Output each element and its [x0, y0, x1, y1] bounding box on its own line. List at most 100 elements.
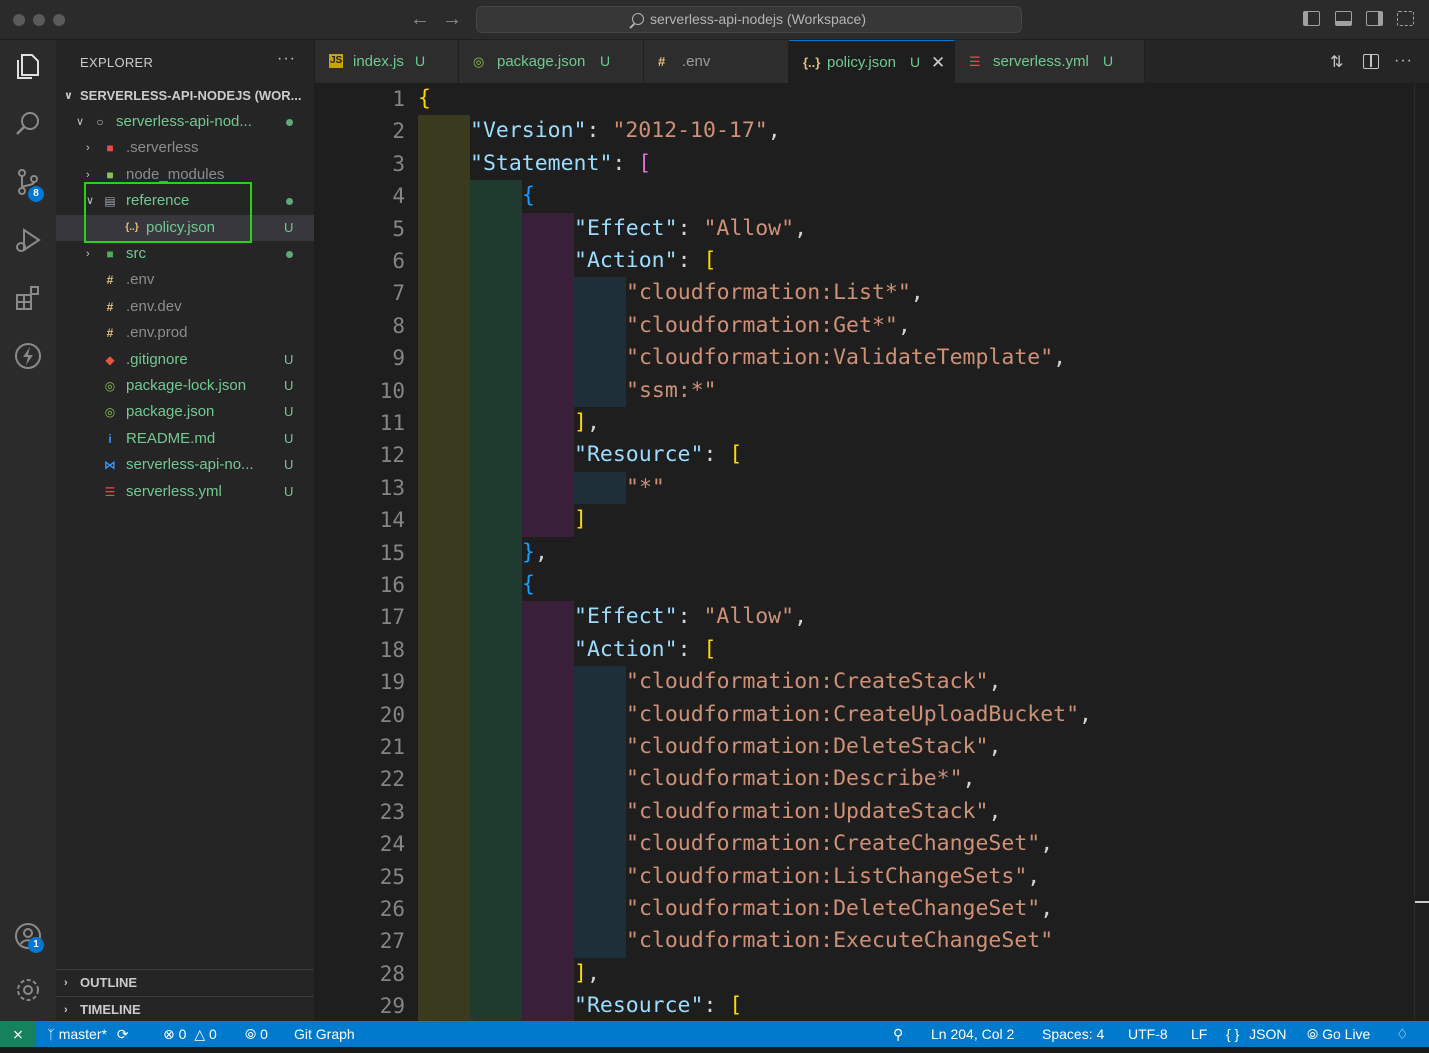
vscode-icon: ⋈: [104, 458, 116, 473]
tree-item[interactable]: ∨ ▤ reference: [56, 188, 314, 214]
sync-icon[interactable]: ⟳: [117, 1026, 129, 1042]
workspace-header[interactable]: ∨ SERVERLESS-API-NODEJS (WOR...: [56, 83, 314, 109]
tab-policy-json[interactable]: {..} policy.json U ✕: [789, 40, 955, 83]
indent-guide: [470, 212, 522, 245]
tree-item[interactable]: # .env.prod: [56, 320, 314, 346]
tree-item[interactable]: # .env: [56, 267, 314, 293]
code-line[interactable]: "cloudformation:ExecuteChangeSet": [626, 925, 1053, 957]
language-mode[interactable]: { } JSON: [1226, 1021, 1286, 1047]
outline-section[interactable]: › OUTLINE: [56, 969, 314, 995]
tree-item[interactable]: ⋈ serverless-api-no... U: [56, 452, 314, 478]
go-live-button[interactable]: ⦾ Go Live: [1307, 1021, 1370, 1047]
eol-setting[interactable]: LF: [1191, 1021, 1207, 1047]
code-line[interactable]: "Effect": "Allow",: [574, 601, 807, 633]
code-line[interactable]: "ssm:*": [626, 375, 717, 407]
code-line[interactable]: "cloudformation:DeleteStack",: [626, 731, 1001, 763]
lightning-icon[interactable]: [10, 338, 46, 374]
tree-item[interactable]: › ■ src: [56, 241, 314, 267]
code-line[interactable]: "Version": "2012-10-17",: [470, 115, 781, 147]
tree-item[interactable]: {..} policy.json U: [56, 214, 314, 241]
command-center[interactable]: serverless-api-nodejs (Workspace): [476, 6, 1022, 33]
code-line[interactable]: "Action": [: [574, 245, 716, 277]
code-line[interactable]: "cloudformation:ValidateTemplate",: [626, 342, 1066, 374]
forward-arrow-icon[interactable]: →: [442, 8, 462, 30]
tree-item[interactable]: ∨ ○ serverless-api-nod...: [56, 109, 314, 135]
code-editor[interactable]: 1 2 3 4 5 6 7 8 9 10 11 12 13 14 15 16 17 18 19 20 21 22 23 24 2…: [315, 83, 1429, 1021]
code-line[interactable]: "cloudformation:DeleteChangeSet",: [626, 893, 1053, 925]
code-line[interactable]: "cloudformation:Get*",: [626, 310, 911, 342]
bell-icon[interactable]: ♢: [1396, 1021, 1409, 1047]
indentation-setting[interactable]: Spaces: 4: [1042, 1021, 1104, 1047]
tree-item[interactable]: ◆ .gitignore U: [56, 347, 314, 373]
tab-env[interactable]: # .env: [644, 40, 789, 83]
split-editor-icon[interactable]: [1363, 54, 1379, 69]
code-line[interactable]: {: [522, 569, 535, 601]
gear-icon[interactable]: [10, 972, 46, 1008]
toggle-primary-sidebar-icon[interactable]: [1303, 11, 1320, 26]
code-line[interactable]: ],: [574, 407, 600, 439]
code-line[interactable]: "*": [626, 472, 665, 504]
encoding-setting[interactable]: UTF-8: [1128, 1021, 1168, 1047]
explorer-icon[interactable]: [10, 48, 46, 84]
json-icon: {..}: [803, 55, 821, 70]
maximize-window-button[interactable]: [53, 14, 65, 26]
code-line[interactable]: "cloudformation:CreateUploadBucket",: [626, 699, 1092, 731]
close-window-button[interactable]: [13, 14, 25, 26]
code-line[interactable]: "Resource": [: [574, 439, 742, 471]
close-icon[interactable]: ✕: [931, 41, 945, 84]
code-line[interactable]: "Resource": [: [574, 990, 742, 1021]
code-line[interactable]: "Effect": "Allow",: [574, 213, 807, 245]
tree-item[interactable]: ☰ serverless.yml U: [56, 479, 314, 505]
code-line[interactable]: "cloudformation:ListChangeSets",: [626, 861, 1040, 893]
accounts-icon[interactable]: 1: [10, 918, 46, 954]
run-debug-icon[interactable]: [10, 222, 46, 258]
tab-serverless-yml[interactable]: ☰ serverless.yml U: [955, 40, 1145, 83]
toggle-panel-icon[interactable]: [1335, 11, 1352, 26]
cursor-position[interactable]: Ln 204, Col 2: [931, 1021, 1014, 1047]
code-line[interactable]: "cloudformation:UpdateStack",: [626, 796, 1001, 828]
code-line[interactable]: {: [418, 83, 431, 115]
indent-guide: [470, 504, 522, 537]
customize-layout-icon[interactable]: [1397, 11, 1414, 26]
timeline-section[interactable]: › TIMELINE: [56, 996, 314, 1022]
tree-item[interactable]: # .env.dev: [56, 294, 314, 320]
code-line[interactable]: "cloudformation:CreateChangeSet",: [626, 828, 1053, 860]
zoom-icon[interactable]: ⚲: [893, 1021, 903, 1047]
line-number: 13: [379, 475, 405, 500]
tree-item[interactable]: ◎ package.json U: [56, 399, 314, 425]
tree-item[interactable]: ◎ package-lock.json U: [56, 373, 314, 399]
tab-index-js[interactable]: JS index.js U: [315, 40, 459, 83]
code-line[interactable]: "cloudformation:List*",: [626, 277, 924, 309]
back-arrow-icon[interactable]: ←: [410, 8, 430, 30]
tree-item[interactable]: › ■ node_modules: [56, 162, 314, 188]
branch-indicator[interactable]: ᛉ master* ⟳: [47, 1021, 129, 1048]
code-line[interactable]: ],: [574, 958, 600, 990]
minimize-window-button[interactable]: [33, 14, 45, 26]
git-graph-button[interactable]: Git Graph: [294, 1021, 355, 1047]
tree-item[interactable]: i README.md U: [56, 426, 314, 452]
tab-package-json[interactable]: ◎ package.json U: [459, 40, 644, 83]
code-line[interactable]: "cloudformation:CreateStack",: [626, 666, 1001, 698]
code-line[interactable]: "Statement": [: [470, 148, 651, 180]
code-line[interactable]: ]: [574, 504, 587, 536]
tree-item[interactable]: › ■ .serverless: [56, 135, 314, 161]
code-line[interactable]: "cloudformation:Describe*",: [626, 763, 976, 795]
search-icon[interactable]: [10, 106, 46, 142]
code-token: ,: [534, 539, 548, 565]
source-control-badge: 8: [28, 186, 44, 202]
code-line[interactable]: {: [522, 180, 535, 212]
extensions-icon[interactable]: [10, 280, 46, 316]
more-actions-icon[interactable]: ···: [1394, 52, 1413, 70]
more-actions-icon[interactable]: ···: [277, 50, 296, 68]
ports-indicator[interactable]: ⦾ 0: [245, 1021, 268, 1047]
code-line[interactable]: "Action": [: [574, 634, 716, 666]
line-number: 12: [379, 443, 405, 468]
source-control-icon[interactable]: 8: [10, 164, 46, 202]
compare-changes-icon[interactable]: ⇅: [1330, 52, 1343, 72]
problems-indicator[interactable]: ⊗ 0 △ 0: [163, 1021, 217, 1047]
toggle-secondary-sidebar-icon[interactable]: [1366, 11, 1383, 26]
scrollbar-thumb[interactable]: [1415, 901, 1429, 903]
remote-indicator-icon[interactable]: ⨯: [0, 1021, 36, 1047]
code-line[interactable]: },: [522, 537, 548, 569]
code-area[interactable]: {"Version": "2012-10-17", "Statement": [{…: [418, 83, 1418, 1021]
